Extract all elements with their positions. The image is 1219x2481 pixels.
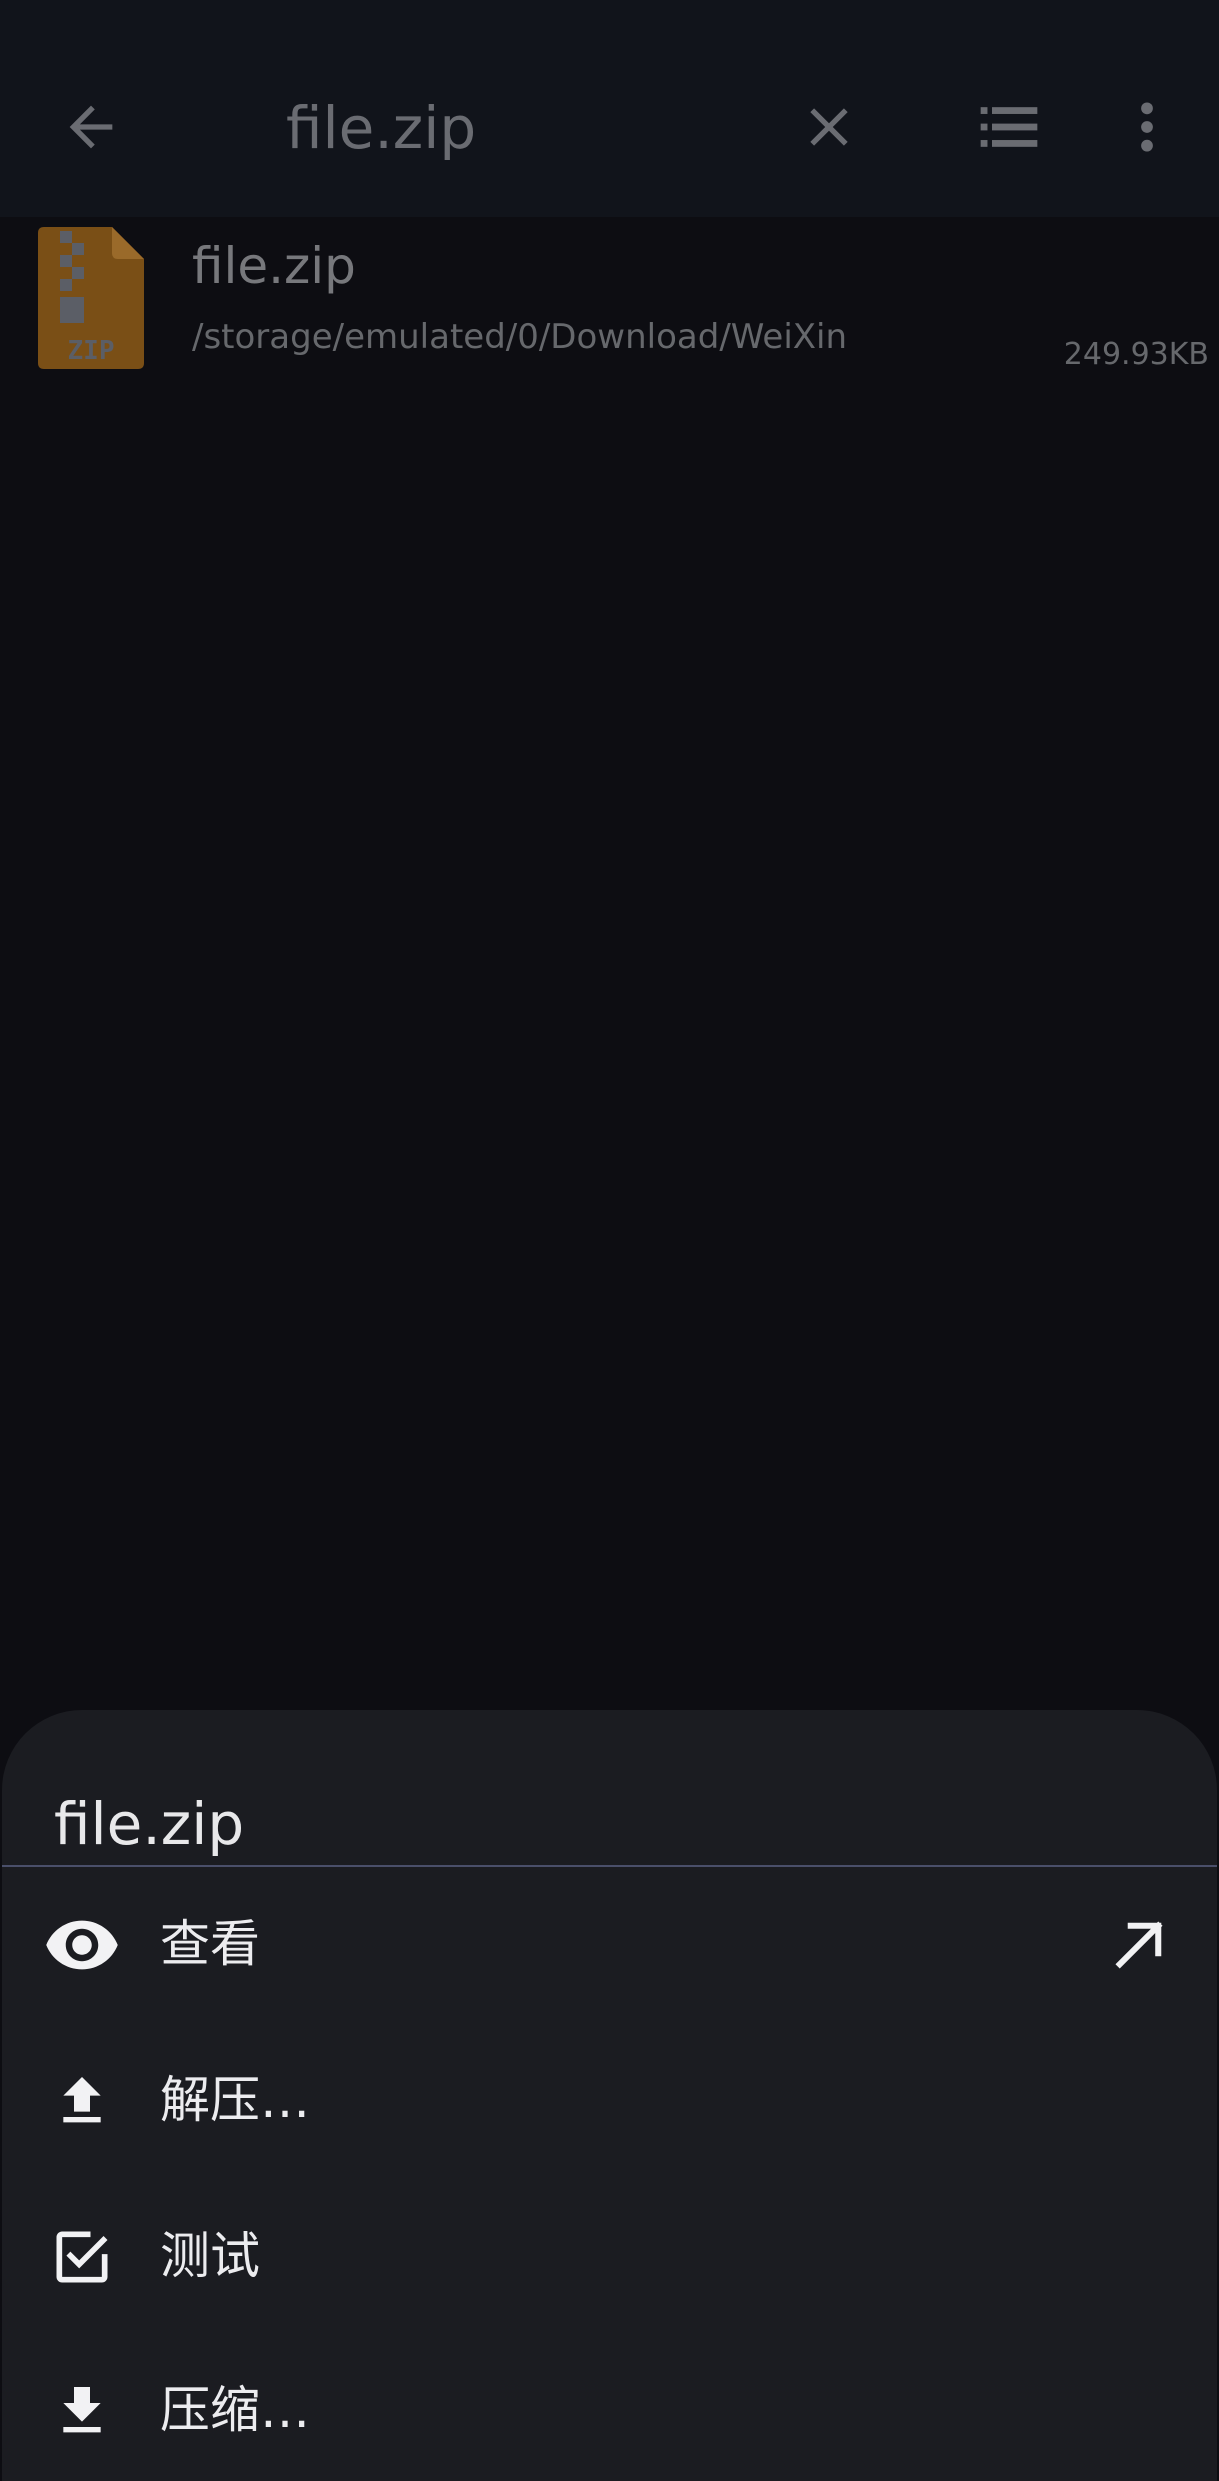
- clear-button[interactable]: [774, 72, 884, 182]
- upload-icon: [63, 2077, 101, 2123]
- screen: file.zip ZIP file.zip /storage/emulated/…: [0, 0, 1219, 2481]
- open-external-arrow-icon: [1115, 1921, 1163, 1969]
- bottom-sheet: file.zip 查看 解压… 测试 压缩…: [2, 1710, 1217, 2481]
- page-title: file.zip: [286, 94, 477, 162]
- menu-item-label: 解压…: [160, 2071, 310, 2129]
- checkbox-icon: [56, 2231, 108, 2283]
- file-list-item[interactable]: ZIP file.zip /storage/emulated/0/Downloa…: [0, 217, 1219, 387]
- download-icon: [63, 2387, 101, 2433]
- close-icon: [810, 108, 848, 146]
- menu-item-extract[interactable]: 解压…: [2, 2026, 1217, 2176]
- menu-item-compress[interactable]: 压缩…: [2, 2336, 1217, 2481]
- sheet-divider: [2, 1865, 1217, 1867]
- back-button[interactable]: [36, 72, 146, 182]
- open-with-button[interactable]: [1099, 1905, 1179, 1985]
- menu-item-label: 测试: [160, 2227, 260, 2285]
- more-vert-icon: [1141, 102, 1153, 152]
- zip-file-icon: ZIP: [38, 227, 144, 369]
- file-size: 249.93KB: [1063, 337, 1209, 372]
- menu-item-label: 压缩…: [160, 2381, 310, 2439]
- menu-item-label: 查看: [160, 1915, 260, 1973]
- sheet-title: file.zip: [54, 1790, 245, 1858]
- zip-icon-label: ZIP: [68, 336, 115, 366]
- top-app-bar: file.zip: [0, 0, 1219, 217]
- more-options-button[interactable]: [1092, 72, 1202, 182]
- menu-item-test[interactable]: 测试: [2, 2182, 1217, 2332]
- menu-item-view[interactable]: 查看: [2, 1870, 1217, 2020]
- list-view-icon: [980, 107, 1038, 147]
- file-name: file.zip: [192, 237, 356, 295]
- eye-icon: [46, 1920, 118, 1970]
- view-mode-button[interactable]: [954, 72, 1064, 182]
- back-arrow-icon: [69, 105, 113, 149]
- file-path: /storage/emulated/0/Download/WeiXin: [192, 317, 848, 357]
